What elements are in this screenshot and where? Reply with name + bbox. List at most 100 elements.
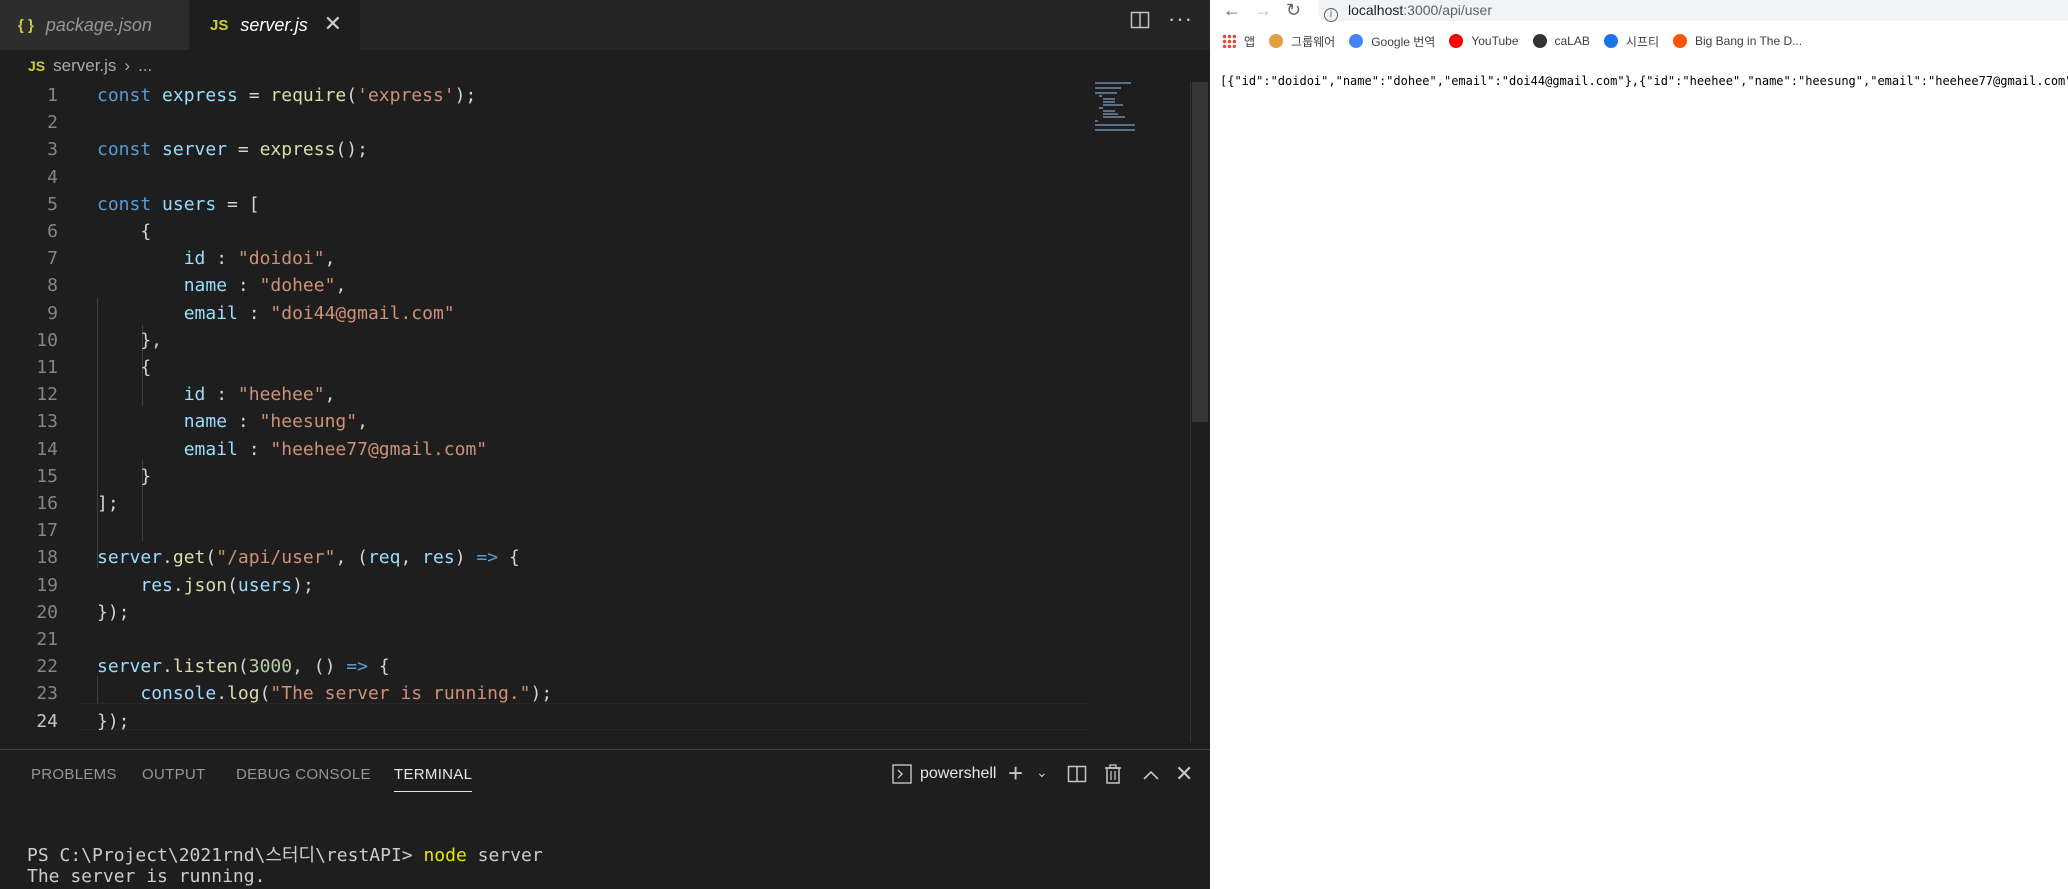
forward-icon[interactable]: →: [1254, 0, 1272, 20]
bookmark-label: caLAB: [1554, 34, 1590, 48]
bookmark-favicon-icon: [1672, 34, 1687, 48]
tab-output[interactable]: OUTPUT: [142, 766, 205, 783]
minimap[interactable]: [1095, 80, 1190, 131]
trash-icon[interactable]: [1104, 764, 1122, 790]
address-bar[interactable]: i localhost:3000/api/user: [1318, 0, 2068, 22]
back-icon[interactable]: ←: [1223, 0, 1241, 20]
terminal-command: node: [423, 845, 467, 866]
code-line[interactable]: 5 const users = [: [0, 191, 1090, 218]
bookmark-item[interactable]: Big Bang in The D...: [1672, 34, 1803, 48]
bookmark-label: Google 번역: [1371, 34, 1436, 49]
code-line[interactable]: 23 console.log("The server is running.")…: [0, 680, 1090, 707]
code-line[interactable]: 18 server.get("/api/user", (req, res) => …: [0, 544, 1090, 571]
code-line[interactable]: 8 name : "dohee",: [0, 272, 1090, 299]
code-editor[interactable]: 1 const express = require('express'); 2 3 co…: [0, 82, 1090, 742]
bookmark-label: 앱: [1244, 34, 1256, 49]
info-icon[interactable]: i: [1324, 8, 1338, 22]
code-text: console.log("The server is running.");: [140, 683, 553, 705]
line-number: 11: [36, 357, 58, 378]
maximize-panel-icon[interactable]: [1142, 766, 1160, 788]
code-line[interactable]: 20});: [0, 599, 1090, 626]
code-line[interactable]: 17: [0, 517, 1090, 544]
line-number: 17: [36, 520, 58, 542]
breadcrumb: JS server.js › ...: [28, 53, 152, 79]
code-line[interactable]: 11 {: [0, 354, 1090, 381]
code-line[interactable]: 24});: [0, 708, 1090, 735]
json-file-icon: { }: [18, 16, 34, 34]
tab-package-json[interactable]: { } package.json: [0, 0, 188, 50]
tab-problems[interactable]: PROBLEMS: [31, 766, 117, 783]
terminal-command-line[interactable]: PS C:\Project\2021rnd\스터디\restAPI> node …: [27, 841, 543, 867]
split-terminal-icon[interactable]: [1067, 764, 1087, 790]
code-line[interactable]: 22 server.listen(3000, () => {: [0, 653, 1090, 680]
code-line[interactable]: 14 email : "heehee77@gmail.com": [0, 436, 1090, 463]
bookmark-item[interactable]: caLAB: [1532, 34, 1590, 48]
bookmark-item[interactable]: 시프티: [1603, 33, 1659, 50]
bookmark-favicon-icon: [1349, 34, 1364, 48]
chevron-down-icon[interactable]: ⌄: [1036, 764, 1048, 781]
code-line[interactable]: 21: [0, 626, 1090, 653]
line-number: 24: [36, 710, 58, 732]
js-file-icon: JS: [28, 58, 46, 74]
code-text: });: [97, 601, 130, 623]
line-number: 21: [36, 629, 58, 650]
code-line[interactable]: 7 id : "doidoi",: [0, 245, 1090, 272]
code-text: });: [97, 710, 130, 732]
bookmark-item[interactable]: 앱: [1222, 33, 1255, 50]
code-text: }: [97, 465, 152, 487]
line-number: 19: [36, 574, 58, 596]
code-line[interactable]: 15 }: [0, 463, 1090, 490]
breadcrumb-more[interactable]: ...: [138, 56, 152, 76]
code-line[interactable]: 2: [0, 109, 1090, 136]
terminal-shell-name[interactable]: powershell: [920, 765, 996, 783]
line-number: 22: [36, 656, 58, 678]
line-number: 10: [36, 329, 58, 351]
breadcrumb-file[interactable]: server.js: [53, 56, 116, 76]
code-text: email : "heehee77@gmail.com": [183, 438, 488, 460]
browser-toolbar: ← → ↻ i localhost:3000/api/user: [1210, 0, 2068, 22]
close-icon[interactable]: ✕: [324, 11, 342, 37]
close-panel-icon[interactable]: ✕: [1175, 761, 1193, 787]
bookmark-label: YouTube: [1471, 34, 1519, 48]
code-text: res.json(users);: [140, 574, 314, 596]
code-line[interactable]: 12 id : "heehee",: [0, 381, 1090, 408]
line-number: 4: [47, 166, 58, 188]
code-line[interactable]: 6 {: [0, 218, 1090, 245]
code-line[interactable]: 1 const express = require('express');: [0, 82, 1090, 109]
line-number: 7: [47, 248, 58, 270]
code-line[interactable]: 19 res.json(users);: [0, 572, 1090, 599]
scrollbar-track: [1190, 82, 1191, 742]
line-number: 14: [36, 438, 58, 460]
line-number: 1: [47, 85, 58, 106]
reload-icon[interactable]: ↻: [1286, 0, 1301, 20]
terminal-prompt: PS C:\Project\2021rnd\스터디\restAPI>: [27, 845, 424, 866]
browser-window: ← → ↻ i localhost:3000/api/user 앱 그룹웨어 Goog…: [1210, 0, 2068, 889]
line-number: 8: [47, 275, 58, 297]
code-line[interactable]: 9 email : "doi44@gmail.com": [0, 300, 1090, 327]
scrollbar[interactable]: [1192, 82, 1208, 422]
bookmark-item[interactable]: Google 번역: [1349, 33, 1435, 50]
bookmark-item[interactable]: 그룹웨어: [1269, 33, 1335, 50]
bookmark-favicon-icon: [1532, 34, 1547, 48]
terminal-args: server: [466, 845, 543, 866]
tab-debug-console[interactable]: DEBUG CONSOLE: [236, 766, 371, 783]
code-line[interactable]: 10 },: [0, 327, 1090, 354]
more-actions-icon[interactable]: ···: [1168, 6, 1193, 36]
chevron-right-icon: ›: [124, 56, 131, 75]
bookmark-label: 시프티: [1625, 34, 1659, 49]
split-editor-icon[interactable]: [1130, 10, 1150, 40]
bookmark-label: Big Bang in The D...: [1694, 34, 1803, 48]
js-file-icon: JS: [210, 16, 229, 34]
code-line[interactable]: 13 name : "heesung",: [0, 408, 1090, 435]
tab-server-js[interactable]: JS server.js ✕: [190, 0, 360, 50]
code-text: const server = express();: [97, 139, 368, 161]
code-line[interactable]: 3 const server = express();: [0, 136, 1090, 163]
vscode-window: { } package.json JS server.js ✕ ··· JS s…: [0, 0, 1210, 889]
code-line[interactable]: 16];: [0, 490, 1090, 517]
bookmarks-bar: 앱 그룹웨어 Google 번역 YouTube caLAB 시프티 Big Bang in…: [1210, 28, 2068, 54]
code-line[interactable]: 4: [0, 164, 1090, 191]
tab-terminal[interactable]: TERMINAL: [394, 766, 473, 792]
add-terminal-icon[interactable]: +: [1008, 758, 1023, 789]
bookmark-item[interactable]: YouTube: [1449, 34, 1519, 48]
line-number: 16: [36, 493, 58, 514]
